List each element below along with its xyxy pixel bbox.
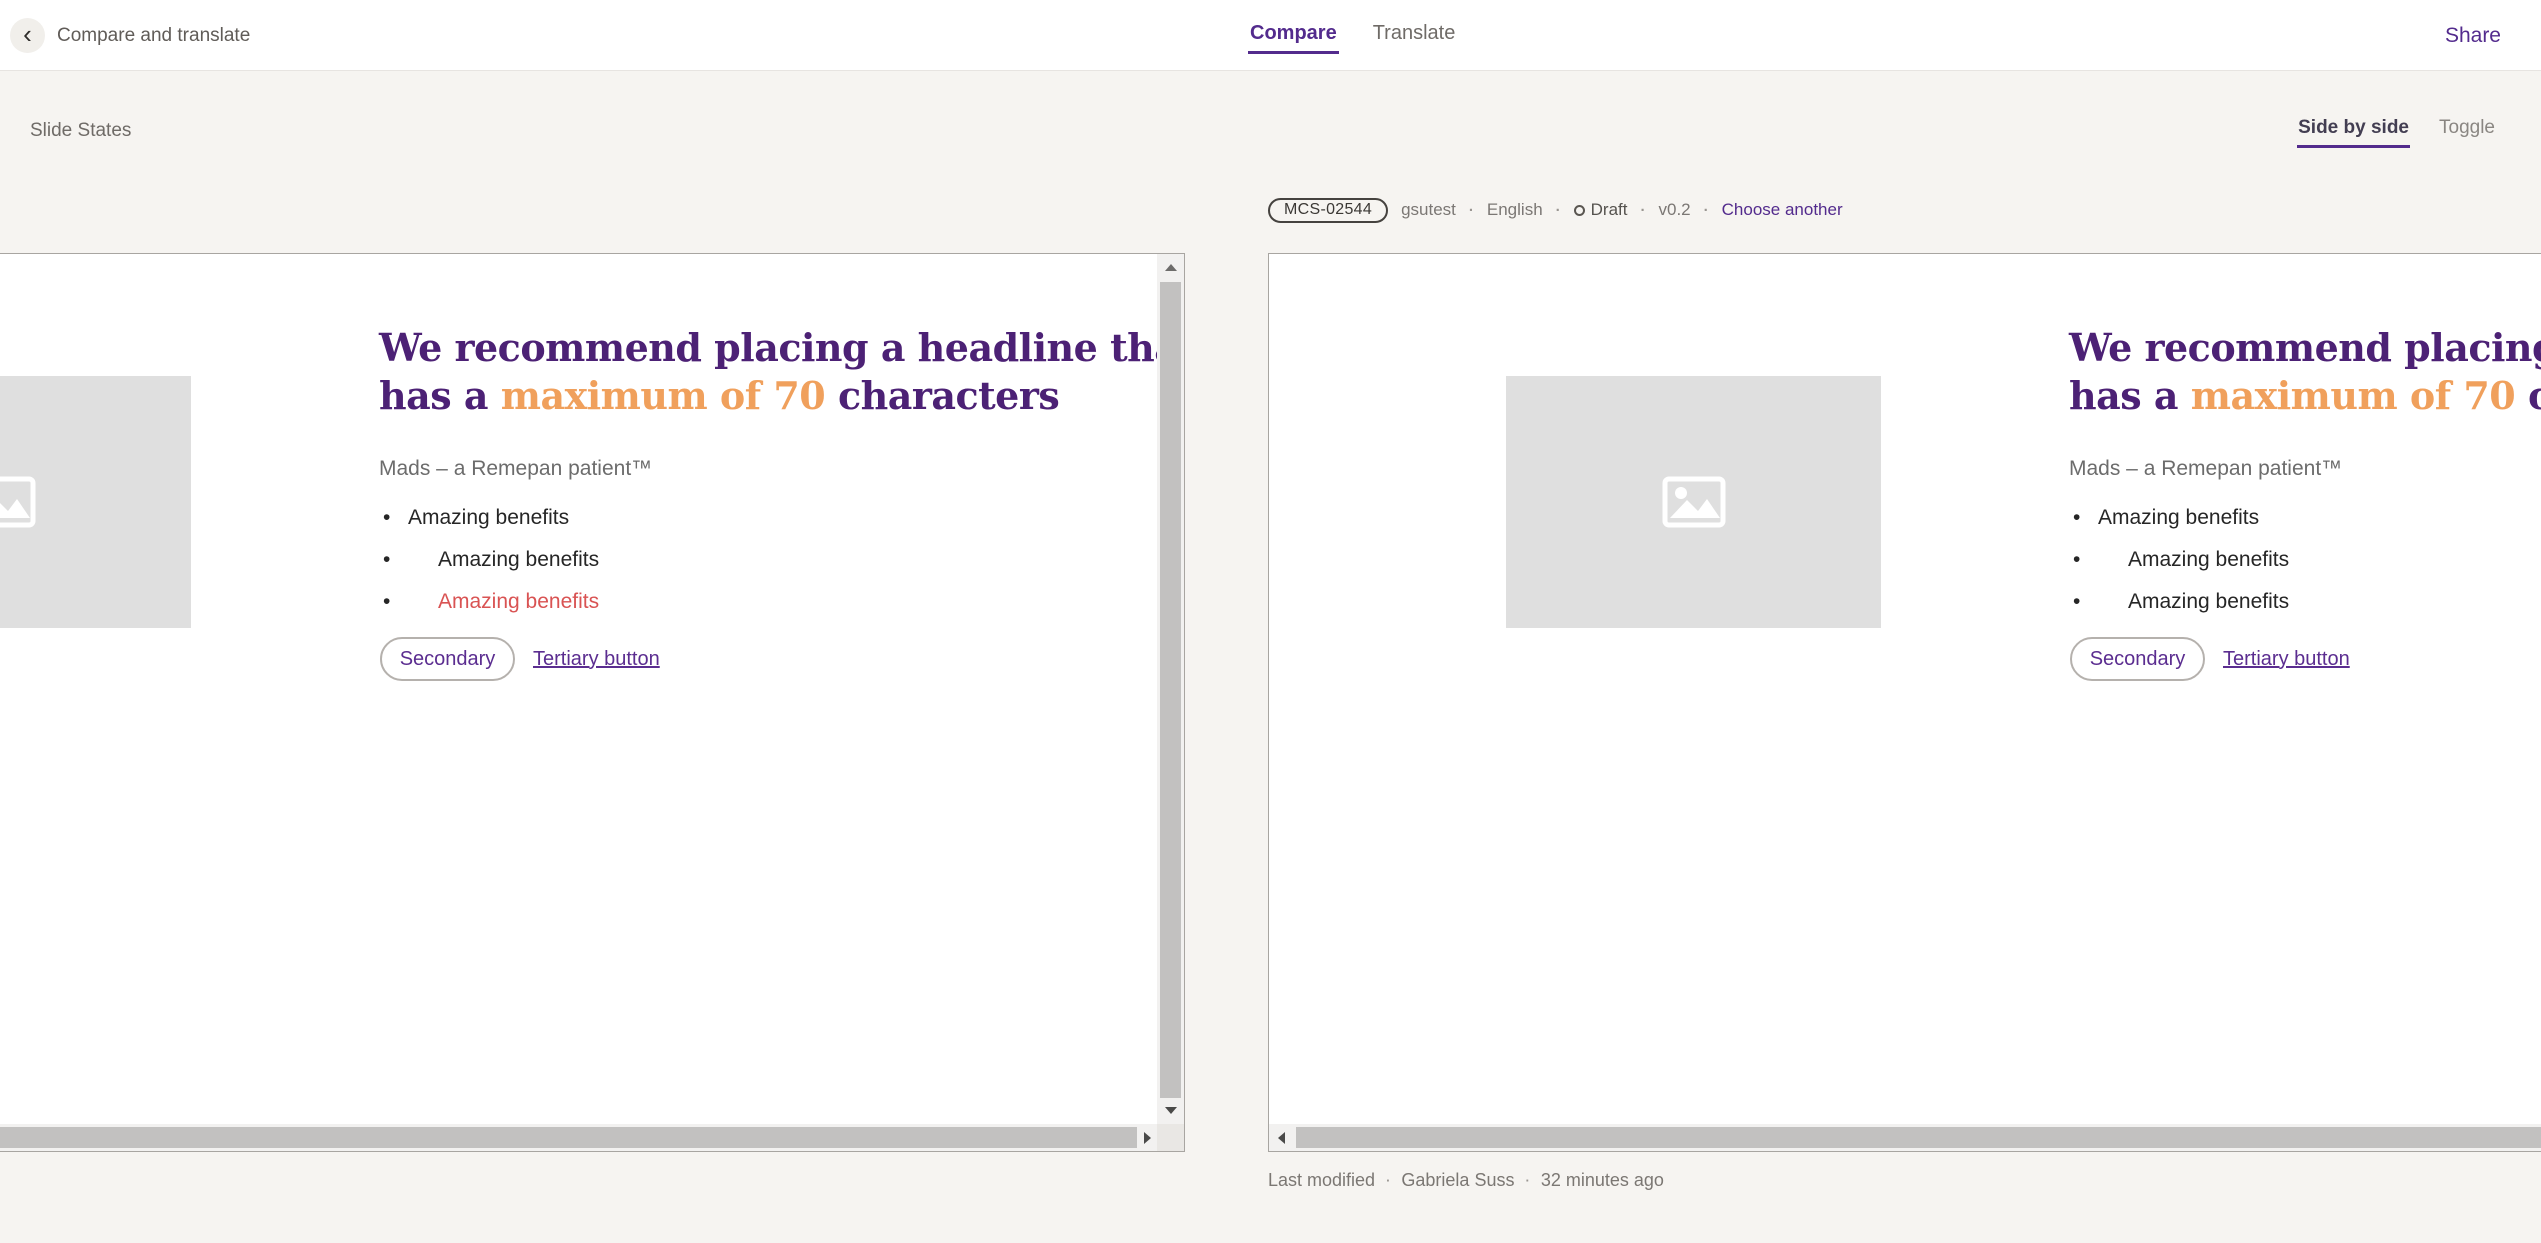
bullet-marker: • (2073, 506, 2080, 530)
modified-time: 32 minutes ago (1541, 1170, 1664, 1191)
headline-line1: We recommend placing a headline that (379, 324, 1185, 372)
status-label: Draft (1591, 200, 1628, 220)
share-button[interactable]: Share (2445, 0, 2501, 71)
bullet-marker: • (2073, 548, 2080, 572)
bullet-item: Amazing benefits (2128, 590, 2289, 614)
bullet-item: Amazing benefits (2098, 506, 2259, 530)
document-title: Slide States (30, 71, 131, 191)
slide-button-row: Secondary Tertiary button (2070, 637, 2350, 681)
status-item: Draft (1574, 200, 1628, 220)
bullet-item-changed: Amazing benefits (438, 590, 599, 614)
scroll-left-button[interactable] (1271, 1124, 1291, 1151)
tab-translate[interactable]: Translate (1371, 18, 1458, 54)
slide-panel-right: We recommend placing a headline that has… (1268, 253, 2541, 1152)
choose-another-link[interactable]: Choose another (1722, 200, 1843, 220)
author-name: Gabriela Suss (1401, 1170, 1514, 1191)
scroll-right-button[interactable] (1137, 1124, 1157, 1151)
separator: · (1704, 202, 1709, 219)
image-icon (1662, 476, 1726, 528)
triangle-down-icon (1165, 1107, 1177, 1114)
slide-subtitle: Mads – a Remepan patient™ (2069, 457, 2342, 481)
vertical-scrollbar[interactable] (1157, 254, 1184, 1124)
slide-subtitle: Mads – a Remepan patient™ (379, 457, 652, 481)
bullet-item: Amazing benefits (408, 506, 569, 530)
separator: · (1386, 1173, 1390, 1188)
chevron-left-icon: ‹ (23, 21, 32, 47)
tab-toggle[interactable]: Toggle (2438, 114, 2496, 148)
secondary-button[interactable]: Secondary (2070, 637, 2205, 681)
tab-compare[interactable]: Compare (1248, 18, 1339, 54)
image-icon (0, 476, 36, 528)
top-bar: ‹ Compare and translate Compare Translat… (0, 0, 2541, 71)
bullet-item: Amazing benefits (438, 548, 599, 572)
separator: · (1469, 202, 1474, 219)
language-label: English (1487, 200, 1543, 220)
owner-label: gsutest (1401, 200, 1456, 220)
scroll-down-button[interactable] (1157, 1097, 1184, 1124)
version-label: v0.2 (1659, 200, 1691, 220)
tab-side-by-side[interactable]: Side by side (2297, 114, 2410, 148)
triangle-right-icon (1144, 1132, 1151, 1144)
separator: · (1525, 1173, 1529, 1188)
horizontal-scrollbar[interactable] (0, 1124, 1157, 1151)
bullet-marker: • (383, 506, 390, 530)
document-id-badge[interactable]: MCS-02544 (1268, 198, 1388, 223)
bullet-item: Amazing benefits (2128, 548, 2289, 572)
page-title: Compare and translate (57, 0, 250, 71)
tertiary-button[interactable]: Tertiary button (2223, 648, 2350, 671)
headline-line2: has a maximum of 70 characters (379, 372, 1185, 420)
bullet-marker: • (2073, 590, 2080, 614)
tertiary-button[interactable]: Tertiary button (533, 648, 660, 671)
bullet-marker: • (383, 548, 390, 572)
last-modified-label: Last modified (1268, 1170, 1375, 1191)
scroll-up-button[interactable] (1157, 254, 1184, 281)
headline-line2: has a maximum of 70 characters (2069, 372, 2541, 420)
slide-button-row: Secondary Tertiary button (380, 637, 660, 681)
headline-highlight: maximum of 70 (2191, 373, 2516, 418)
secondary-button[interactable]: Secondary (380, 637, 515, 681)
slide-panel-left: We recommend placing a headline that has… (0, 253, 1185, 1152)
slide-headline: We recommend placing a headline that has… (2069, 324, 2541, 420)
mode-tabs: Compare Translate (1248, 0, 1457, 71)
draft-status-icon (1574, 205, 1585, 216)
triangle-up-icon (1165, 264, 1177, 271)
horizontal-scroll-thumb[interactable] (1296, 1127, 2541, 1148)
view-mode-tabs: Side by side Toggle (2297, 71, 2496, 191)
slide-headline: We recommend placing a headline that has… (379, 324, 1185, 420)
vertical-scroll-thumb[interactable] (1160, 282, 1181, 1098)
triangle-left-icon (1278, 1132, 1285, 1144)
version-bar: MCS-02544 gsutest · English · Draft · v0… (1268, 194, 1843, 226)
headline-highlight: maximum of 70 (501, 373, 826, 418)
image-placeholder (0, 376, 191, 628)
scrollbar-corner (1157, 1124, 1184, 1151)
horizontal-scrollbar[interactable] (1269, 1124, 2541, 1151)
separator: · (1641, 202, 1646, 219)
bullet-marker: • (383, 590, 390, 614)
headline-line1: We recommend placing a headline that (2069, 324, 2541, 372)
separator: · (1556, 202, 1561, 219)
sub-header: Slide States Side by side Toggle (0, 71, 2541, 191)
back-button[interactable]: ‹ (10, 18, 45, 53)
compare-translate-app: ‹ Compare and translate Compare Translat… (0, 0, 2541, 1243)
image-placeholder (1506, 376, 1881, 628)
last-modified-meta: Last modified · Gabriela Suss · 32 minut… (1268, 1170, 1664, 1191)
horizontal-scroll-thumb[interactable] (0, 1127, 1137, 1148)
